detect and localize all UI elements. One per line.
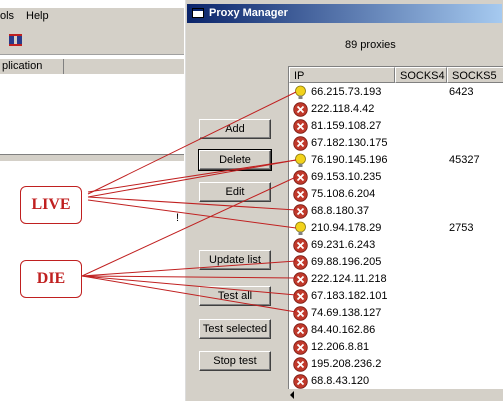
error-x-icon bbox=[293, 374, 308, 389]
proxy-socks5-port: 45327 bbox=[449, 154, 480, 166]
error-x-icon bbox=[293, 272, 308, 287]
proxy-ip: 69.231.6.243 bbox=[311, 239, 376, 251]
error-x-icon bbox=[293, 357, 308, 372]
horizontal-scrollbar[interactable] bbox=[288, 389, 503, 401]
proxy-row[interactable]: 195.208.236.2 bbox=[289, 356, 503, 373]
proxy-ip: 68.8.43.120 bbox=[311, 375, 370, 387]
proxy-row[interactable]: 222.124.11.218 bbox=[289, 271, 503, 288]
error-x-icon bbox=[293, 187, 308, 202]
proxy-ip: 210.94.178.29 bbox=[311, 222, 382, 234]
error-x-icon bbox=[293, 306, 308, 321]
proxy-ip: 12.206.8.81 bbox=[311, 341, 370, 353]
proxy-ip: 68.8.180.37 bbox=[311, 205, 370, 217]
add-button[interactable]: Add bbox=[199, 119, 271, 139]
lightbulb-icon bbox=[295, 221, 306, 235]
toolbar-app-icon[interactable] bbox=[8, 32, 24, 48]
delete-button[interactable]: Delete bbox=[198, 149, 272, 171]
proxy-ip: 76.190.145.196 bbox=[311, 154, 388, 166]
proxy-row[interactable]: 69.153.10.235 bbox=[289, 169, 503, 186]
lightbulb-icon bbox=[295, 153, 306, 167]
proxy-count: 89 proxies bbox=[345, 39, 396, 51]
edit-button[interactable]: Edit bbox=[199, 182, 271, 202]
update-list-button[interactable]: Update list bbox=[199, 250, 271, 270]
proxy-row[interactable]: 84.40.162.86 bbox=[289, 322, 503, 339]
proxy-list[interactable]: IP SOCKS4 SOCKS5 66.215.73.193 6423 222.11… bbox=[288, 66, 503, 401]
error-x-icon bbox=[293, 340, 308, 355]
proxy-manager-window: Proxy Manager 89 proxies Add Delete Edit… bbox=[184, 0, 503, 401]
proxy-row[interactable]: 74.69.138.127 bbox=[289, 305, 503, 322]
proxy-row[interactable]: 68.8.43.120 bbox=[289, 373, 503, 390]
proxy-socks5-port: 2753 bbox=[449, 222, 474, 234]
scroll-left-icon[interactable] bbox=[290, 391, 294, 399]
title-bar[interactable]: Proxy Manager bbox=[187, 4, 502, 23]
menu-help[interactable]: Help bbox=[26, 10, 49, 22]
column-ip[interactable]: IP bbox=[289, 67, 395, 83]
proxy-row[interactable]: 75.108.6.204 bbox=[289, 186, 503, 203]
proxy-ip: 69.153.10.235 bbox=[311, 171, 382, 183]
proxy-ip: 75.108.6.204 bbox=[311, 188, 376, 200]
proxy-row[interactable]: 67.183.182.101 bbox=[289, 288, 503, 305]
column-empty[interactable] bbox=[64, 59, 188, 74]
error-x-icon bbox=[293, 323, 308, 338]
test-selected-button[interactable]: Test selected bbox=[199, 319, 271, 339]
die-annotation-label: DIE bbox=[20, 260, 82, 298]
error-x-icon bbox=[293, 119, 308, 134]
background-exclamation: ! bbox=[176, 212, 180, 224]
proxy-ip: 66.215.73.193 bbox=[311, 86, 382, 98]
proxy-row[interactable]: 12.206.8.81 bbox=[289, 339, 503, 356]
error-x-icon bbox=[293, 102, 308, 117]
lightbulb-icon bbox=[295, 85, 306, 99]
error-x-icon bbox=[293, 170, 308, 185]
proxy-ip: 67.182.130.175 bbox=[311, 137, 388, 149]
proxy-row[interactable]: 68.8.180.37 bbox=[289, 203, 503, 220]
background-menubar: ols Help bbox=[0, 8, 188, 26]
error-x-icon bbox=[293, 136, 308, 151]
proxy-ip: 84.40.162.86 bbox=[311, 324, 376, 336]
column-application[interactable]: plication bbox=[0, 59, 64, 74]
proxy-ip: 74.69.138.127 bbox=[311, 307, 382, 319]
column-socks4[interactable]: SOCKS4 bbox=[395, 67, 447, 83]
background-list bbox=[0, 74, 188, 154]
test-all-button[interactable]: Test all bbox=[199, 286, 271, 306]
proxy-ip: 222.124.11.218 bbox=[311, 273, 387, 285]
proxy-row[interactable]: 210.94.178.29 2753 bbox=[289, 220, 503, 237]
proxy-ip: 195.208.236.2 bbox=[311, 358, 382, 370]
error-x-icon bbox=[293, 289, 308, 304]
error-x-icon bbox=[293, 255, 308, 270]
background-toolbar bbox=[0, 26, 188, 55]
proxy-ip: 69.88.196.205 bbox=[311, 256, 382, 268]
proxy-socks5-port: 6423 bbox=[449, 86, 474, 98]
proxy-row[interactable]: 69.231.6.243 bbox=[289, 237, 503, 254]
stop-test-button[interactable]: Stop test bbox=[199, 351, 271, 371]
proxy-row[interactable]: 81.159.108.27 bbox=[289, 118, 503, 135]
error-x-icon bbox=[293, 238, 308, 253]
proxy-row[interactable]: 67.182.130.175 bbox=[289, 135, 503, 152]
proxy-row[interactable]: 76.190.145.196 45327 bbox=[289, 152, 503, 169]
window-title: Proxy Manager bbox=[209, 7, 288, 19]
proxy-ip: 67.183.182.101 bbox=[311, 290, 388, 302]
proxy-row[interactable]: 69.88.196.205 bbox=[289, 254, 503, 271]
proxy-row[interactable]: 66.215.73.193 6423 bbox=[289, 84, 503, 101]
proxy-row[interactable]: 222.118.4.42 bbox=[289, 101, 503, 118]
column-socks5[interactable]: SOCKS5 bbox=[447, 67, 503, 83]
live-annotation-label: LIVE bbox=[20, 186, 82, 224]
window-icon bbox=[192, 8, 204, 18]
menu-tools[interactable]: ols bbox=[0, 10, 14, 22]
proxy-ip: 222.118.4.42 bbox=[311, 103, 375, 115]
proxy-list-header: IP SOCKS4 SOCKS5 bbox=[289, 67, 503, 83]
proxy-ip: 81.159.108.27 bbox=[311, 120, 382, 132]
error-x-icon bbox=[293, 204, 308, 219]
background-list-header: plication bbox=[0, 58, 188, 75]
